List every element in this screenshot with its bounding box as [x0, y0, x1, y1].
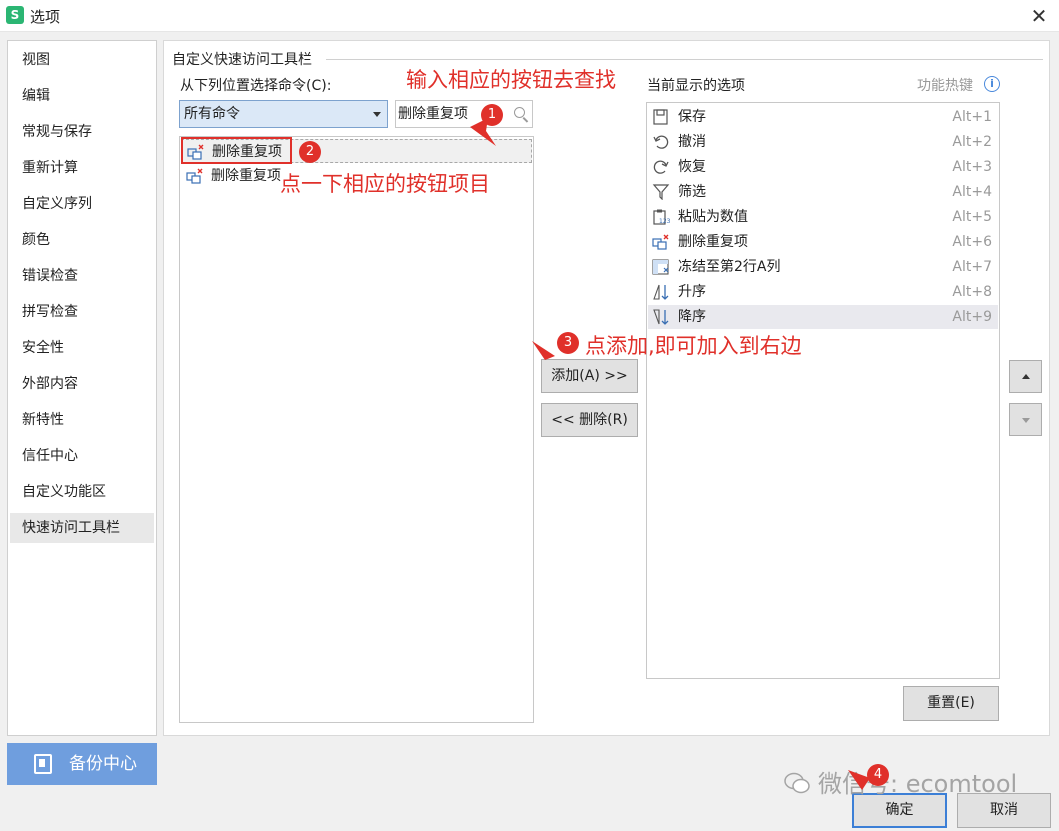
sidebar-item-security[interactable]: 安全性 — [10, 333, 154, 363]
annotation-step1: 输入相应的按钮去查找 — [406, 68, 616, 92]
step-badge-4: 4 — [867, 764, 889, 786]
toolbar-item-label: 撤消 — [678, 134, 706, 150]
toolbar-item-remove-duplicates[interactable]: 删除重复项 Alt+6 — [648, 230, 998, 254]
toolbar-item-sort-ascending[interactable]: 升序 Alt+8 — [648, 280, 998, 304]
toolbar-item-label: 升序 — [678, 284, 706, 300]
sidebar-item-quick-access-toolbar[interactable]: 快速访问工具栏 — [10, 513, 154, 543]
close-icon[interactable]: ✕ — [1026, 3, 1052, 29]
sort-ascending-icon — [653, 284, 669, 300]
step-badge-3: 3 — [557, 332, 579, 354]
watermark-text: 微信号: ecomtool — [818, 770, 1018, 798]
command-source-value: 所有命令 — [184, 106, 240, 122]
hotkey-label: 功能热键 — [917, 78, 973, 94]
toolbar-item-label: 粘贴为数值 — [678, 209, 748, 225]
backup-center-button[interactable]: 备份中心 — [7, 743, 157, 785]
sidebar: 视图 编辑 常规与保存 重新计算 自定义序列 颜色 错误检查 拼写检查 安全性 … — [7, 40, 157, 736]
toolbar-item-save[interactable]: 保存 Alt+1 — [648, 105, 998, 129]
sidebar-item-custom-ribbon[interactable]: 自定义功能区 — [10, 477, 154, 507]
sidebar-item-recalculate[interactable]: 重新计算 — [10, 153, 154, 183]
chevron-down-icon — [373, 112, 381, 117]
list-item-label: 删除重复项 — [211, 168, 281, 184]
hotkey: Alt+7 — [952, 259, 992, 275]
hotkey: Alt+3 — [952, 159, 992, 175]
search-icon[interactable] — [514, 107, 525, 118]
wechat-icon — [784, 772, 810, 794]
sidebar-item-view[interactable]: 视图 — [10, 45, 154, 75]
toolbar-item-label: 冻结至第2行A列 — [678, 259, 781, 275]
choose-commands-label: 从下列位置选择命令(C): — [180, 78, 332, 94]
command-search-value: 删除重复项 — [398, 106, 468, 122]
undo-icon — [653, 135, 669, 149]
annotation-step3: 点添加,即可加入到右边 — [585, 334, 802, 358]
reset-button[interactable]: 重置(E) — [903, 686, 999, 721]
paste-values-icon: 123 — [653, 209, 670, 225]
filter-icon — [652, 184, 670, 200]
sidebar-item-color[interactable]: 颜色 — [10, 225, 154, 255]
current-toolbar-list: 保存 Alt+1 撤消 Alt+2 恢复 Alt+3 筛选 Alt+4 123 … — [646, 102, 1000, 679]
toolbar-item-sort-descending[interactable]: 降序 Alt+9 — [648, 305, 998, 329]
toolbar-item-redo[interactable]: 恢复 Alt+3 — [648, 155, 998, 179]
hotkey: Alt+6 — [952, 234, 992, 250]
title-bar: S 选项 ✕ — [0, 0, 1059, 32]
toolbar-item-label: 恢复 — [678, 159, 706, 175]
app-logo-icon: S — [6, 6, 24, 24]
step-badge-1: 1 — [481, 104, 503, 126]
step-badge-2: 2 — [299, 141, 321, 163]
command-source-select[interactable]: 所有命令 — [179, 100, 388, 128]
toolbar-item-label: 删除重复项 — [678, 234, 748, 250]
info-icon[interactable]: i — [984, 76, 1000, 92]
sidebar-item-custom-lists[interactable]: 自定义序列 — [10, 189, 154, 219]
command-search-input[interactable]: 删除重复项 — [395, 100, 533, 128]
toolbar-item-label: 降序 — [678, 309, 706, 325]
remove-duplicates-icon — [186, 168, 203, 184]
sidebar-item-spell-check[interactable]: 拼写检查 — [10, 297, 154, 327]
sort-descending-icon — [653, 309, 669, 325]
freeze-panes-icon — [652, 259, 669, 275]
sidebar-item-trust-center[interactable]: 信任中心 — [10, 441, 154, 471]
highlight-box — [181, 137, 292, 164]
toolbar-item-paste-values[interactable]: 123 粘贴为数值 Alt+5 — [648, 205, 998, 229]
sidebar-item-new-features[interactable]: 新特性 — [10, 405, 154, 435]
save-icon — [653, 109, 668, 125]
move-up-button[interactable] — [1009, 360, 1042, 393]
toolbar-item-freeze-panes[interactable]: 冻结至第2行A列 Alt+7 — [648, 255, 998, 279]
toolbar-item-label: 筛选 — [678, 184, 706, 200]
hotkey: Alt+9 — [952, 309, 992, 325]
toolbar-item-label: 保存 — [678, 109, 706, 125]
backup-center-label: 备份中心 — [69, 754, 137, 774]
backup-icon — [34, 754, 52, 774]
hotkey: Alt+5 — [952, 209, 992, 225]
move-down-button[interactable] — [1009, 403, 1042, 436]
hotkey: Alt+1 — [952, 109, 992, 125]
redo-icon — [653, 160, 669, 174]
current-options-label: 当前显示的选项 — [647, 78, 745, 94]
arrow-up-icon — [1022, 374, 1030, 379]
window-title: 选项 — [30, 8, 61, 26]
sidebar-item-external-content[interactable]: 外部内容 — [10, 369, 154, 399]
sidebar-item-error-check[interactable]: 错误检查 — [10, 261, 154, 291]
sidebar-item-general-save[interactable]: 常规与保存 — [10, 117, 154, 147]
sidebar-item-edit[interactable]: 编辑 — [10, 81, 154, 111]
group-divider — [326, 59, 1043, 60]
group-title: 自定义快速访问工具栏 — [172, 49, 316, 69]
available-commands-list: 删除重复项 删除重复项 — [179, 136, 534, 723]
hotkey: Alt+8 — [952, 284, 992, 300]
add-button[interactable]: 添加(A) >> — [541, 359, 638, 393]
hotkey: Alt+4 — [952, 184, 992, 200]
arrow-down-icon — [1022, 418, 1030, 423]
remove-duplicates-icon — [652, 234, 669, 250]
hotkey: Alt+2 — [952, 134, 992, 150]
toolbar-item-filter[interactable]: 筛选 Alt+4 — [648, 180, 998, 204]
svg-text:123: 123 — [659, 218, 670, 225]
toolbar-item-undo[interactable]: 撤消 Alt+2 — [648, 130, 998, 154]
annotation-step2: 点一下相应的按钮项目 — [280, 172, 490, 196]
remove-button[interactable]: << 删除(R) — [541, 403, 638, 437]
